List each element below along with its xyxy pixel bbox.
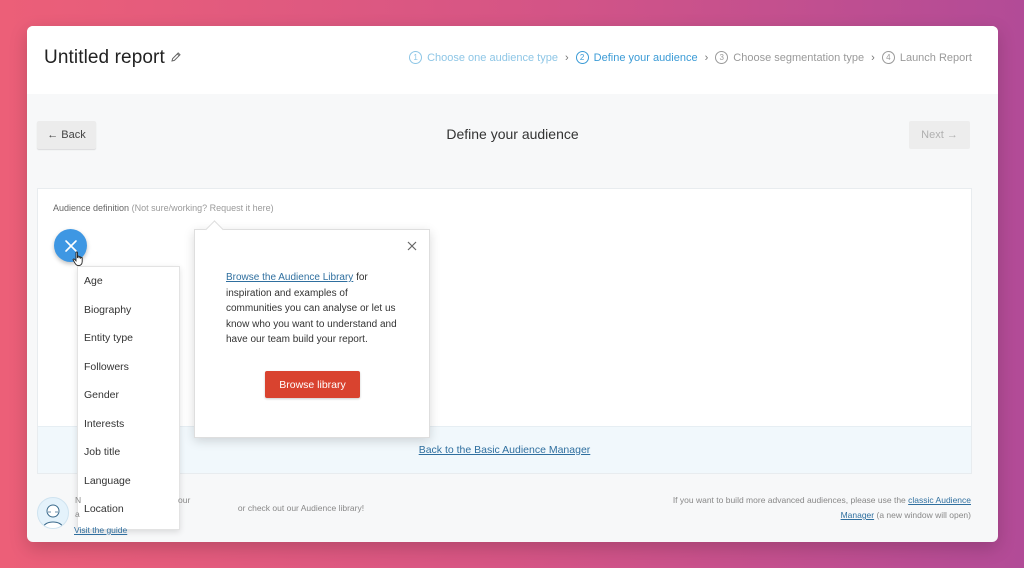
page-heading: Define your audience	[446, 126, 579, 142]
step-4: 4 Launch Report	[881, 51, 972, 64]
step-4-label: Launch Report	[899, 51, 972, 64]
top-bar: Untitled report 1 Choose one audience ty…	[27, 26, 998, 94]
advanced-audience-hint: If you want to build more advanced audie…	[672, 495, 971, 520]
visit-guide-link[interactable]: Visit the guide	[74, 525, 127, 535]
user-avatar-icon	[42, 504, 64, 528]
step-1-label: Choose one audience type	[427, 51, 558, 64]
step-3-label: Choose segmentation type	[733, 51, 865, 64]
criteria-item-interests[interactable]: Interests	[78, 410, 179, 439]
step-3: 3 Choose segmentation type	[715, 51, 864, 64]
step-2[interactable]: 2 Define your audience	[575, 51, 698, 64]
step-2-label: Define your audience	[593, 51, 698, 64]
criteria-item-followers[interactable]: Followers	[78, 353, 179, 382]
criteria-item-language[interactable]: Language	[78, 467, 179, 496]
request-hint-link[interactable]: (Not sure/working? Request it here)	[132, 203, 274, 213]
chevron-right-icon: ›	[704, 51, 709, 64]
audience-definition-label: Audience definition (Not sure/working? R…	[53, 203, 274, 213]
criteria-item-age[interactable]: Age	[78, 267, 179, 296]
criteria-item-gender[interactable]: Gender	[78, 381, 179, 410]
close-icon[interactable]	[407, 241, 417, 251]
hand-pointer-icon	[72, 251, 83, 267]
criteria-dropdown: Age Biography Entity type Followers Gend…	[77, 266, 180, 530]
progress-steps: 1 Choose one audience type › 2 Define yo…	[409, 51, 972, 64]
help-text-partial: a	[75, 509, 80, 519]
criteria-item-job-title[interactable]: Job title	[78, 438, 179, 467]
criteria-item-location[interactable]: Location	[78, 495, 179, 524]
audience-library-hint: or check out our Audience library!	[237, 503, 365, 513]
browse-library-button[interactable]: Browse library	[265, 371, 360, 398]
next-button[interactable]: Next →	[909, 121, 970, 149]
report-title[interactable]: Untitled report	[44, 47, 165, 69]
avatar	[37, 497, 69, 529]
popover-text: Browse the Audience Library for inspirat…	[226, 272, 397, 346]
help-text-partial: N	[75, 495, 82, 505]
pencil-icon[interactable]	[170, 51, 182, 63]
step-1[interactable]: 1 Choose one audience type	[409, 51, 558, 64]
chevron-right-icon: ›	[871, 51, 875, 64]
chevron-right-icon: ›	[564, 51, 569, 64]
criteria-item-biography[interactable]: Biography	[78, 296, 179, 325]
browse-audience-library-link[interactable]: Browse the Audience Library	[226, 272, 353, 283]
criteria-item-entity-type[interactable]: Entity type	[78, 324, 179, 353]
audience-library-popover: Browse the Audience Library for inspirat…	[194, 220, 430, 438]
report-builder-window: Untitled report 1 Choose one audience ty…	[27, 26, 998, 542]
help-text-partial: our	[178, 495, 191, 505]
